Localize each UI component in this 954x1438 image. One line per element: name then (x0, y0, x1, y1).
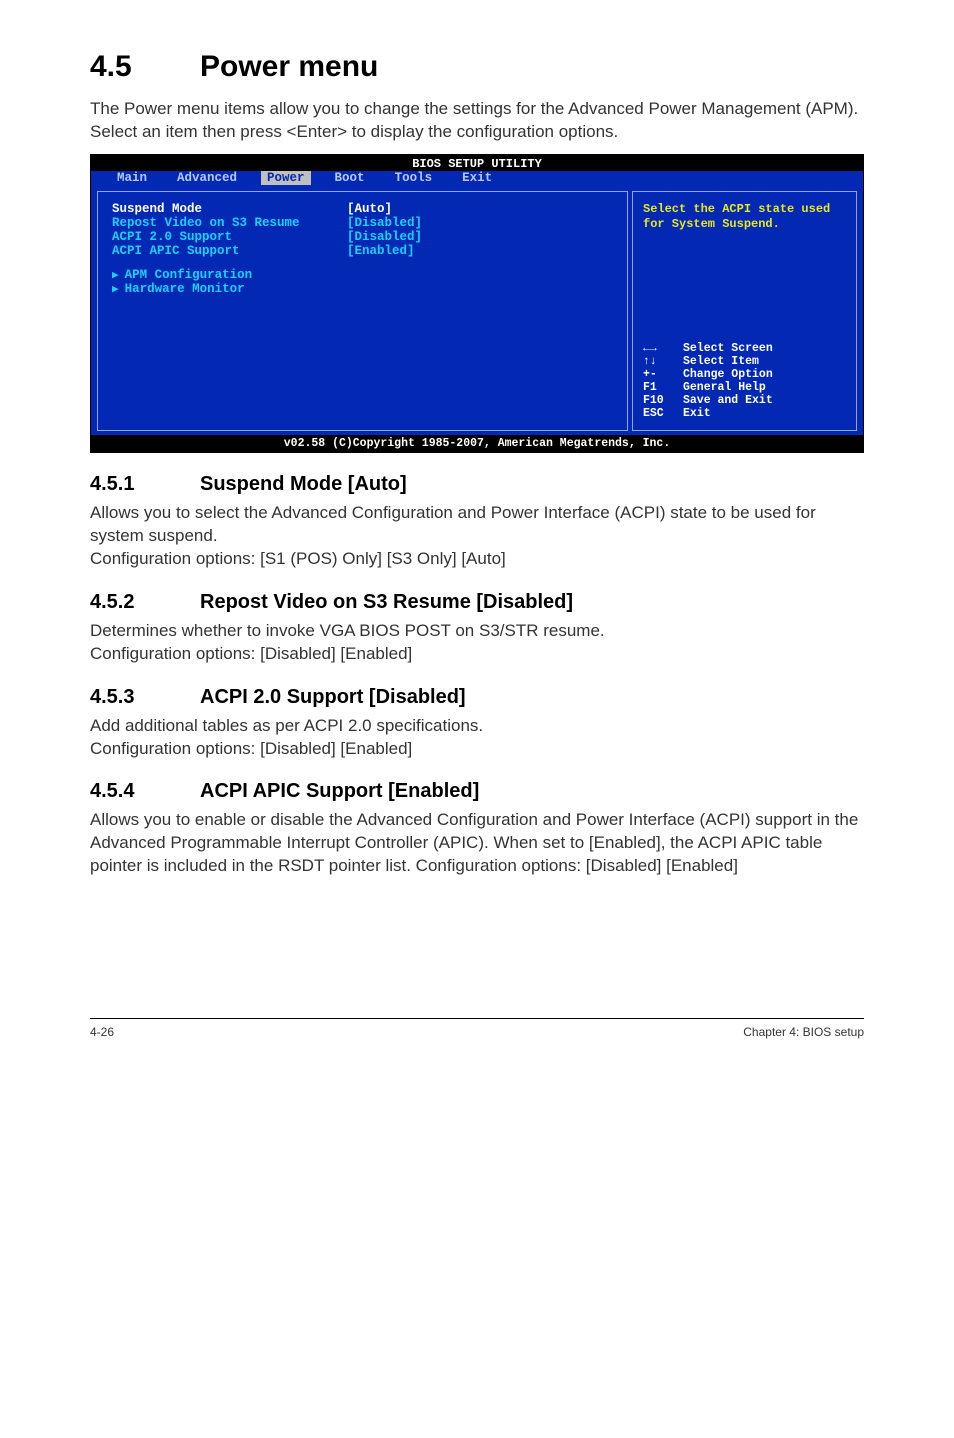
bios-help-text: Select the ACPI state used for System Su… (643, 202, 846, 233)
bios-header: BIOS SETUP UTILITY (91, 155, 863, 171)
bios-tab-advanced[interactable]: Advanced (171, 171, 243, 185)
section-4-5-3: 4.5.3 ACPI 2.0 Support [Disabled] Add ad… (90, 686, 864, 761)
bios-legend-row: F1General Help (643, 381, 846, 394)
bios-item-acpi-apic[interactable]: ACPI APIC Support [Enabled] (112, 244, 613, 258)
bios-submenu-apm[interactable]: ▶ APM Configuration (112, 268, 613, 282)
bios-key-legend: ←→Select Screen ↑↓Select Item +-Change O… (643, 342, 846, 420)
legend-key: F10 (643, 394, 683, 407)
page-number: 4-26 (90, 1025, 114, 1039)
heading-title: Power menu (200, 50, 378, 84)
legend-action: Change Option (683, 368, 773, 381)
section-body: Allows you to enable or disable the Adva… (90, 809, 864, 878)
legend-key: +- (643, 368, 683, 381)
section-title: ACPI APIC Support [Enabled] (200, 780, 479, 803)
legend-key: ESC (643, 407, 683, 420)
bios-item-label: ACPI APIC Support (112, 244, 347, 258)
bios-submenu-label: APM Configuration (125, 268, 253, 282)
page-footer: 4-26 Chapter 4: BIOS setup (90, 1018, 864, 1039)
bios-item-label: Suspend Mode (112, 202, 347, 216)
section-body: Allows you to select the Advanced Config… (90, 502, 864, 571)
bios-tab-main[interactable]: Main (111, 171, 153, 185)
section-body: Determines whether to invoke VGA BIOS PO… (90, 620, 864, 666)
section-4-5-4: 4.5.4 ACPI APIC Support [Enabled] Allows… (90, 780, 864, 878)
legend-action: Exit (683, 407, 711, 420)
triangle-right-icon: ▶ (112, 270, 119, 282)
bios-legend-row: F10Save and Exit (643, 394, 846, 407)
bios-legend-row: ←→Select Screen (643, 342, 846, 355)
section-4-5-1: 4.5.1 Suspend Mode [Auto] Allows you to … (90, 473, 864, 571)
section-number: 4.5.1 (90, 473, 200, 496)
bios-item-value: [Disabled] (347, 216, 422, 230)
legend-action: General Help (683, 381, 766, 394)
bios-item-value: [Auto] (347, 202, 392, 216)
section-body: Add additional tables as per ACPI 2.0 sp… (90, 715, 864, 761)
bios-tab-boot[interactable]: Boot (329, 171, 371, 185)
section-title: Suspend Mode [Auto] (200, 473, 407, 496)
bios-tab-power[interactable]: Power (261, 171, 311, 185)
bios-footer: v02.58 (C)Copyright 1985-2007, American … (91, 435, 863, 452)
heading-number: 4.5 (90, 50, 200, 84)
legend-action: Select Screen (683, 342, 773, 355)
section-heading: 4.5.2 Repost Video on S3 Resume [Disable… (90, 591, 864, 614)
bios-item-value: [Disabled] (347, 230, 422, 244)
intro-paragraph: The Power menu items allow you to change… (90, 98, 864, 144)
section-heading: 4.5.1 Suspend Mode [Auto] (90, 473, 864, 496)
bios-tab-exit[interactable]: Exit (456, 171, 498, 185)
legend-key: ←→ (643, 342, 683, 355)
page-content: 4.5 Power menu The Power menu items allo… (0, 0, 954, 1069)
bios-utility: BIOS SETUP UTILITY Main Advanced Power B… (90, 154, 864, 453)
section-number: 4.5.4 (90, 780, 200, 803)
bios-legend-row: +-Change Option (643, 368, 846, 381)
bios-legend-row: ESCExit (643, 407, 846, 420)
bios-item-suspend-mode[interactable]: Suspend Mode [Auto] (112, 202, 613, 216)
page-title-row: 4.5 Power menu (90, 50, 864, 84)
legend-action: Select Item (683, 355, 759, 368)
bios-item-repost-video[interactable]: Repost Video on S3 Resume [Disabled] (112, 216, 613, 230)
bios-right-pane: Select the ACPI state used for System Su… (632, 191, 857, 431)
section-title: Repost Video on S3 Resume [Disabled] (200, 591, 573, 614)
chapter-label: Chapter 4: BIOS setup (743, 1025, 864, 1039)
legend-key: ↑↓ (643, 355, 683, 368)
bios-submenu-hardware-monitor[interactable]: ▶ Hardware Monitor (112, 282, 613, 296)
bios-body: Suspend Mode [Auto] Repost Video on S3 R… (91, 187, 863, 435)
bios-item-acpi-2-0[interactable]: ACPI 2.0 Support [Disabled] (112, 230, 613, 244)
bios-item-label: ACPI 2.0 Support (112, 230, 347, 244)
bios-item-label: Repost Video on S3 Resume (112, 216, 347, 230)
bios-left-pane: Suspend Mode [Auto] Repost Video on S3 R… (97, 191, 628, 431)
section-number: 4.5.2 (90, 591, 200, 614)
section-title: ACPI 2.0 Support [Disabled] (200, 686, 466, 709)
legend-key: F1 (643, 381, 683, 394)
bios-tab-bar: Main Advanced Power Boot Tools Exit (91, 171, 863, 187)
section-number: 4.5.3 (90, 686, 200, 709)
section-heading: 4.5.4 ACPI APIC Support [Enabled] (90, 780, 864, 803)
section-4-5-2: 4.5.2 Repost Video on S3 Resume [Disable… (90, 591, 864, 666)
section-heading: 4.5.3 ACPI 2.0 Support [Disabled] (90, 686, 864, 709)
bios-tab-tools[interactable]: Tools (389, 171, 439, 185)
bios-legend-row: ↑↓Select Item (643, 355, 846, 368)
bios-submenu-label: Hardware Monitor (125, 282, 245, 296)
legend-action: Save and Exit (683, 394, 773, 407)
triangle-right-icon: ▶ (112, 284, 119, 296)
bios-item-value: [Enabled] (347, 244, 415, 258)
